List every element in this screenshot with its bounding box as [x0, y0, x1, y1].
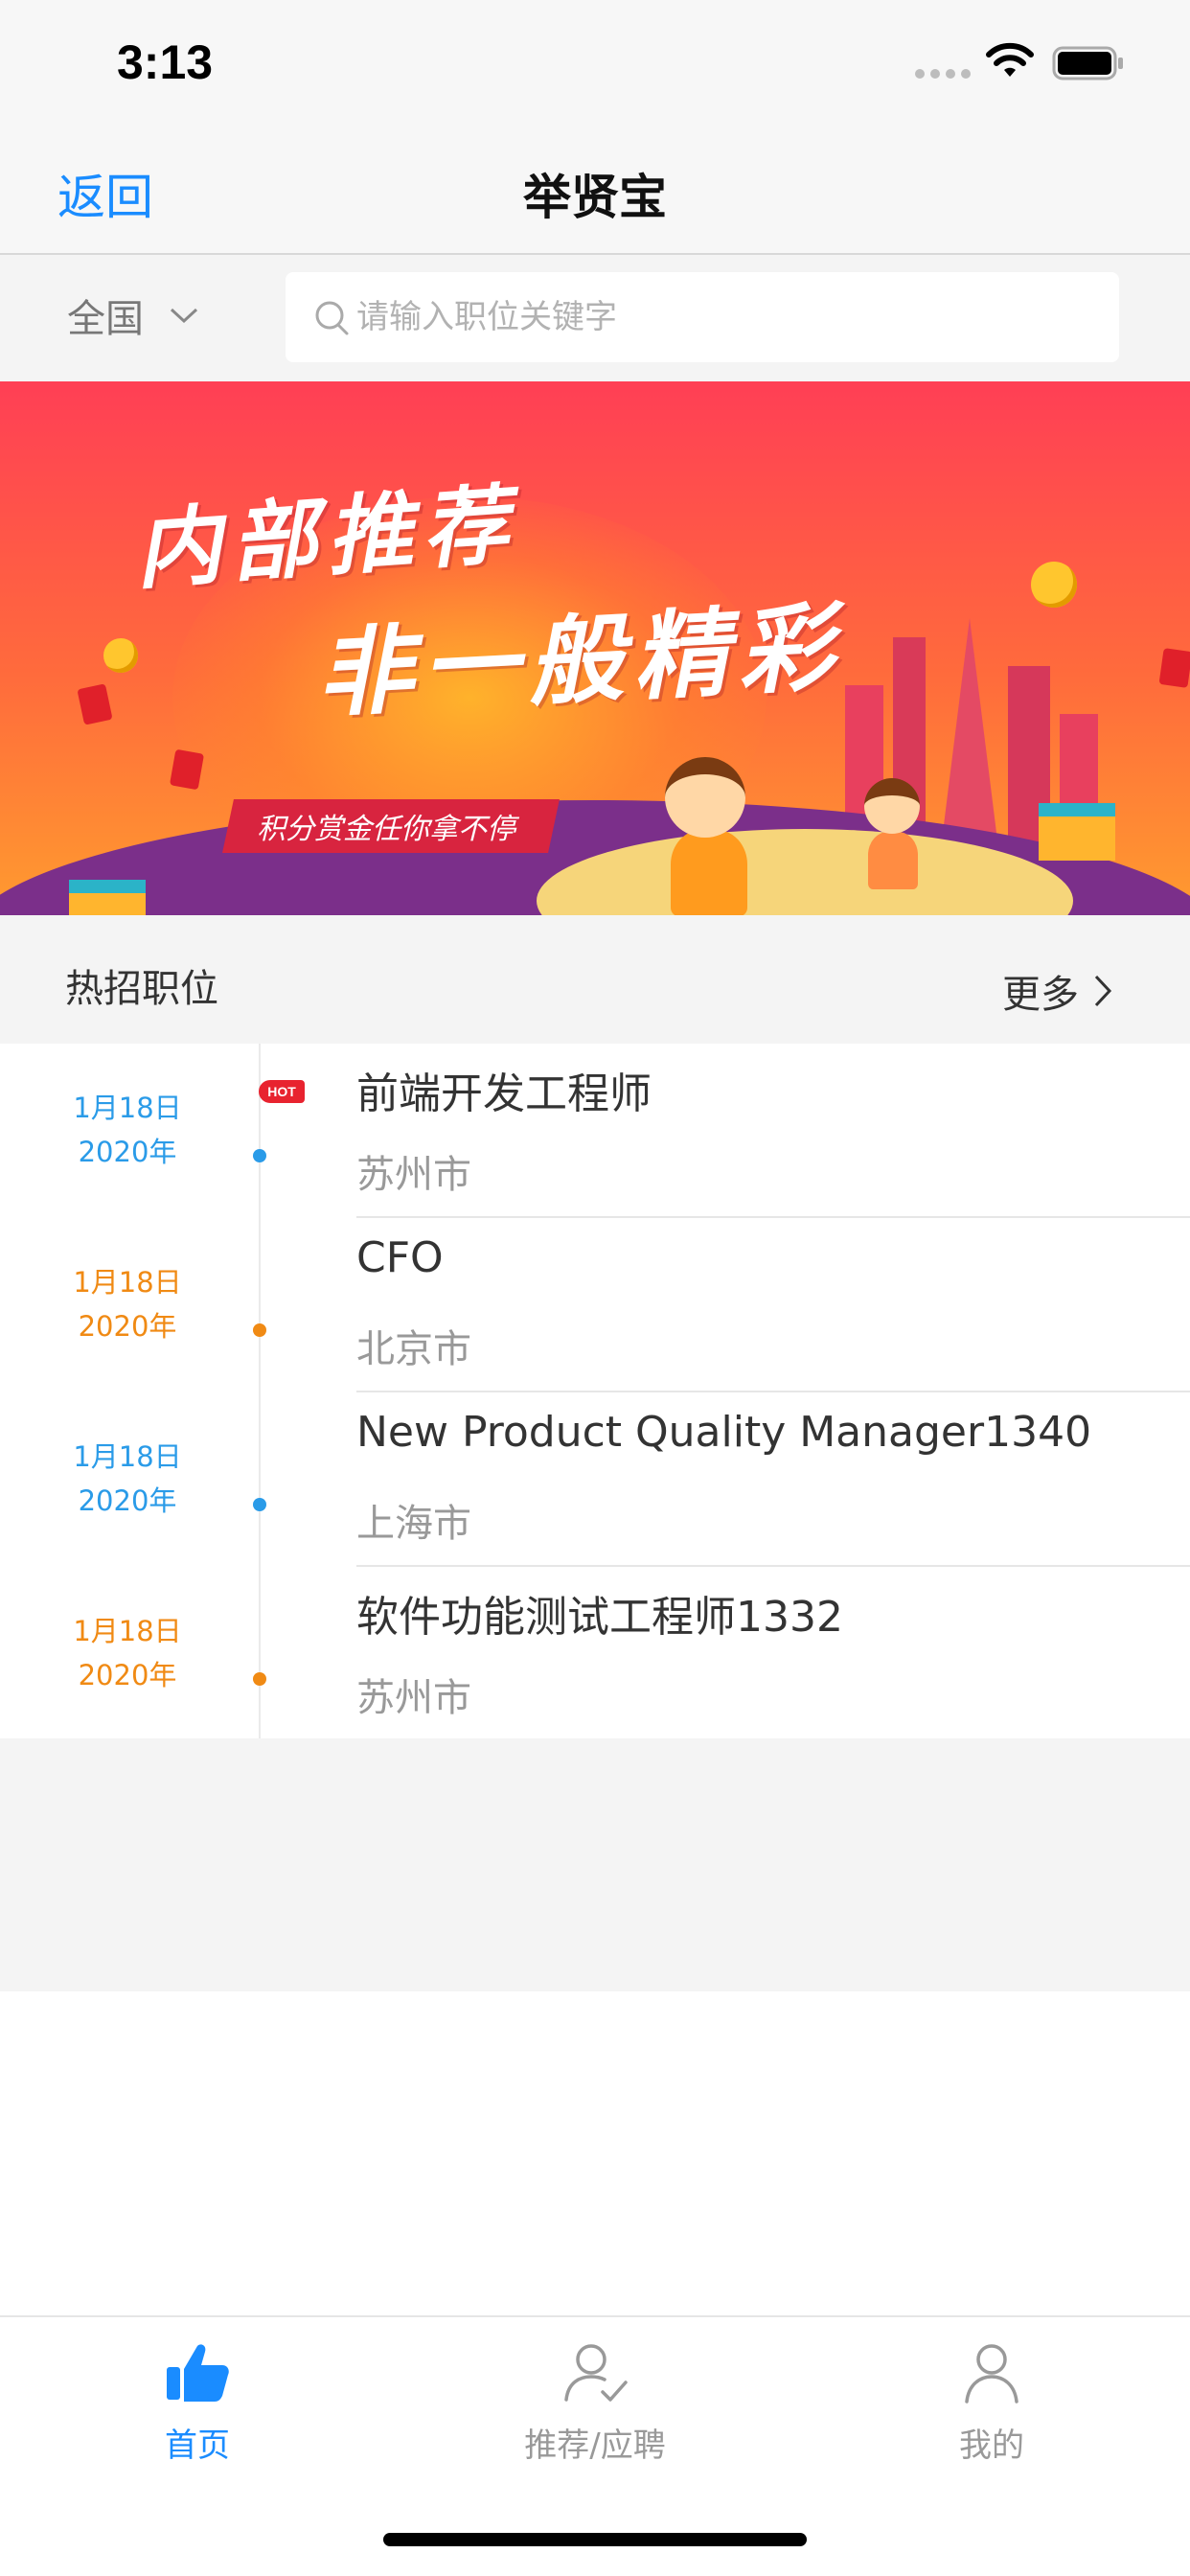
- search-input[interactable]: [356, 298, 1104, 336]
- more-button[interactable]: 更多: [1002, 963, 1113, 1019]
- section-title: 热招职位: [65, 967, 218, 1011]
- red-envelope-icon: [77, 683, 113, 725]
- cellular-signal-icon: [915, 69, 971, 79]
- user-icon: [965, 2344, 1018, 2404]
- coin-icon: [103, 638, 138, 673]
- battery-icon: [1052, 46, 1123, 80]
- search-box: [286, 272, 1119, 362]
- job-city: 北京市: [356, 1327, 471, 1371]
- job-title: 软件功能测试工程师1332: [356, 1593, 843, 1642]
- job-title: New Product Quality Manager1340: [356, 1408, 1092, 1457]
- region-selector[interactable]: 全国: [67, 288, 199, 343]
- search-bar-row: 全国: [0, 255, 1190, 381]
- hot-jobs-header: 热招职位 更多: [0, 915, 1190, 1044]
- job-list-item[interactable]: 1月18日 2020年 HOT 前端开发工程师 苏州市: [0, 1044, 1190, 1218]
- job-date: 1月18日 2020年: [73, 1092, 182, 1168]
- tab-label: 首页: [165, 2426, 230, 2465]
- timeline-dot: [253, 1498, 266, 1511]
- tab-home[interactable]: 首页: [54, 2338, 341, 2466]
- job-title: 前端开发工程师: [356, 1070, 652, 1118]
- banner-headline-1: 内部推荐: [131, 473, 521, 602]
- coin-icon: [1031, 562, 1077, 608]
- job-date: 1月18日 2020年: [73, 1266, 182, 1343]
- promo-banner[interactable]: 内部推荐 非一般精彩 积分赏金任你拿不停: [0, 381, 1190, 915]
- red-envelope-icon: [169, 748, 205, 791]
- cartoon-character: [671, 830, 747, 915]
- wifi-icon: [986, 42, 1034, 77]
- navigation-bar: 返回 举贤宝: [0, 134, 1190, 255]
- tab-mine[interactable]: 我的: [848, 2338, 1135, 2466]
- job-city: 苏州市: [356, 1153, 471, 1197]
- region-label: 全国: [67, 297, 144, 341]
- job-list-item[interactable]: 1月18日 2020年 New Product Quality Manager1…: [0, 1392, 1190, 1567]
- job-list-item[interactable]: 1月18日 2020年 软件功能测试工程师1332 苏州市: [0, 1567, 1190, 1741]
- user-check-icon: [564, 2344, 628, 2402]
- more-label: 更多: [1002, 973, 1079, 1017]
- thumbs-up-icon: [167, 2344, 229, 2402]
- red-envelope-icon: [1158, 648, 1190, 688]
- job-city: 上海市: [356, 1502, 471, 1546]
- search-icon: [315, 301, 349, 335]
- gift-box-icon: [69, 880, 146, 915]
- chevron-down-icon: [170, 308, 198, 324]
- job-list-item[interactable]: 1月18日 2020年 CFO 北京市: [0, 1218, 1190, 1392]
- status-time: 3:13: [117, 35, 214, 89]
- job-city: 苏州市: [356, 1676, 471, 1720]
- hot-badge: HOT: [259, 1080, 305, 1103]
- tab-label: 我的: [959, 2426, 1024, 2465]
- home-indicator: [383, 2533, 807, 2546]
- tab-referral[interactable]: 推荐/应聘: [451, 2338, 739, 2466]
- list-footer-area: [0, 1738, 1190, 1991]
- job-date: 1月18日 2020年: [73, 1440, 182, 1517]
- job-title: CFO: [356, 1233, 444, 1282]
- job-date: 1月18日 2020年: [73, 1615, 182, 1691]
- page-title: 举贤宝: [523, 170, 667, 225]
- status-bar: 3:13: [0, 0, 1190, 134]
- timeline-dot: [253, 1323, 266, 1337]
- chevron-right-icon: [1094, 975, 1112, 1007]
- tab-label: 推荐/应聘: [524, 2426, 666, 2465]
- banner-tagline: 积分赏金任你拿不停: [257, 813, 515, 846]
- timeline-dot: [253, 1672, 266, 1686]
- timeline-dot: [253, 1149, 266, 1162]
- job-list: 1月18日 2020年 HOT 前端开发工程师 苏州市 1月18日 2020年 …: [0, 1044, 1190, 1738]
- gift-box-icon: [1039, 803, 1115, 861]
- banner-headline-2: 非一般精彩: [313, 589, 847, 731]
- cartoon-character: [868, 832, 918, 889]
